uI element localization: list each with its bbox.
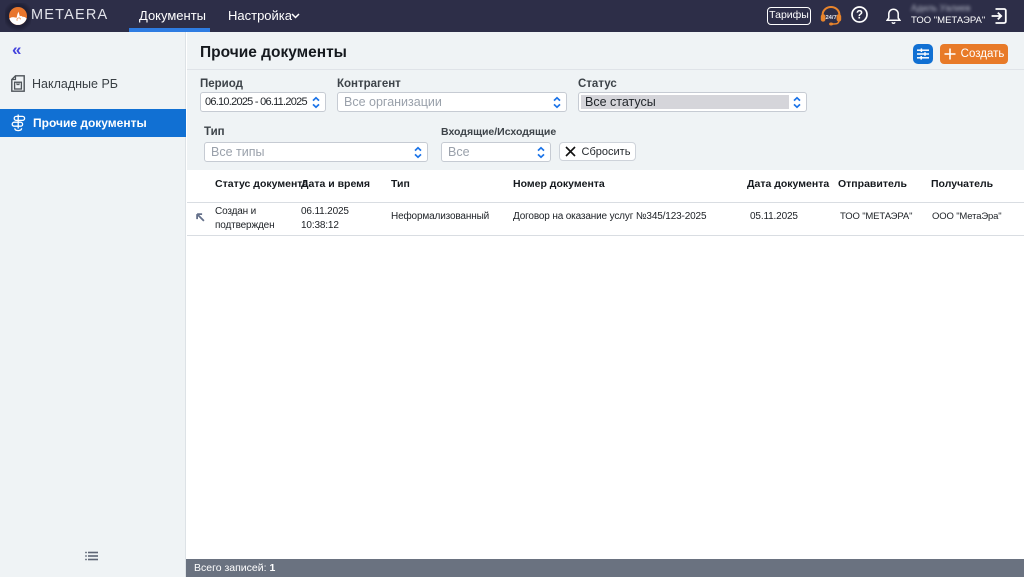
svg-text:24/7: 24/7 — [825, 15, 836, 21]
svg-text:?: ? — [856, 10, 863, 22]
